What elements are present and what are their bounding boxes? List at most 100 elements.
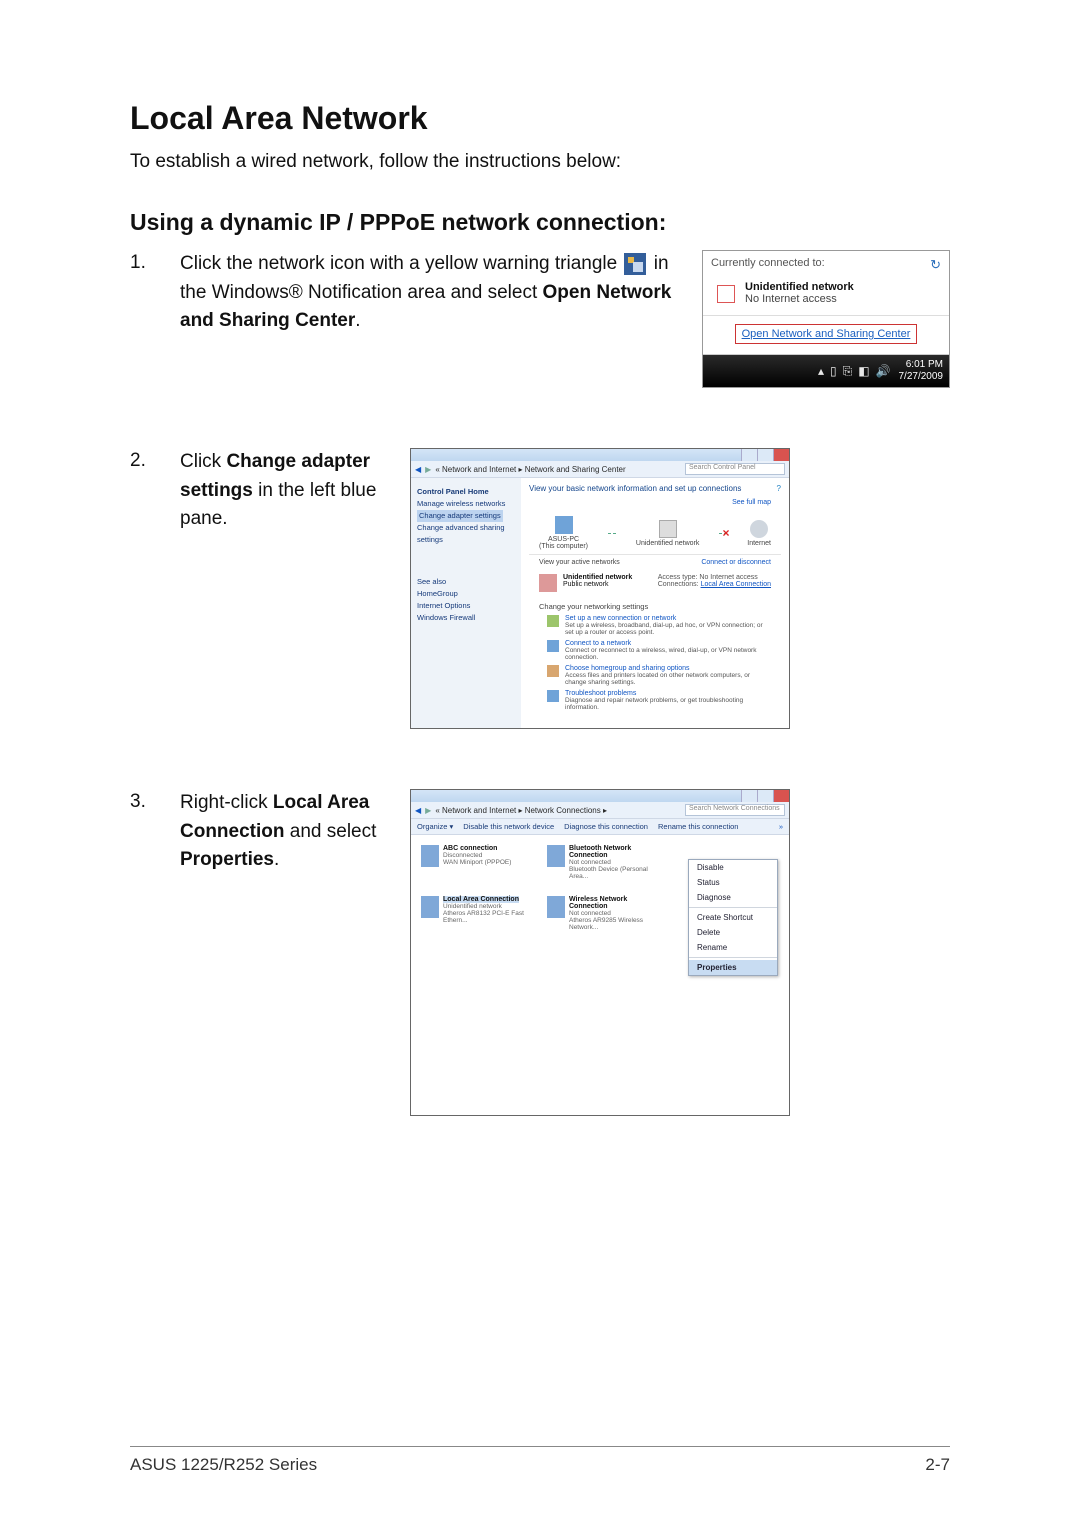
page-title: Local Area Network: [130, 100, 950, 137]
connection-icon: [421, 896, 439, 918]
connection-link[interactable]: Local Area Connection: [701, 581, 771, 588]
connection-item-selected[interactable]: Local Area ConnectionUnidentified networ…: [421, 896, 531, 931]
disable-device-button[interactable]: Disable this network device: [463, 822, 554, 831]
access-type-label: Access type:: [658, 574, 698, 581]
see-full-map-link[interactable]: See full map: [529, 499, 781, 510]
menu-properties[interactable]: Properties: [689, 960, 777, 975]
organize-button[interactable]: Organize ▾: [417, 822, 453, 831]
search-input[interactable]: Search Network Connections: [685, 804, 785, 816]
connection-item[interactable]: Bluetooth Network ConnectionNot connecte…: [547, 845, 657, 880]
connect-disconnect-link[interactable]: Connect or disconnect: [701, 559, 771, 566]
troubleshoot-icon: [547, 690, 559, 702]
connection-icon: [547, 896, 565, 918]
address-bar[interactable]: ◀ ▶ « Network and Internet ▸ Network Con…: [411, 802, 789, 819]
network-map: ASUS-PC(This computer) Unidentified netw…: [529, 510, 781, 554]
close-button[interactable]: [773, 790, 789, 802]
pc-sub: (This computer): [539, 543, 588, 550]
menu-delete[interactable]: Delete: [689, 925, 777, 940]
setup-icon: [547, 615, 559, 627]
maximize-button[interactable]: [757, 449, 773, 461]
connection-status: Not connected: [569, 859, 657, 866]
address-bar[interactable]: ◀ ▶ « Network and Internet ▸ Network and…: [411, 461, 789, 478]
forward-icon[interactable]: ▶: [425, 465, 431, 474]
change-adapter-settings-link[interactable]: Change adapter settings: [417, 510, 503, 522]
footer-page: 2-7: [925, 1455, 950, 1475]
open-network-sharing-center-link[interactable]: Open Network and Sharing Center: [735, 324, 918, 344]
text-frag: Click the network icon with a yellow war…: [180, 253, 622, 274]
control-panel-home-link[interactable]: Control Panel Home: [417, 486, 515, 498]
network-name: Unidentified network: [745, 281, 854, 293]
minimize-button[interactable]: [741, 449, 757, 461]
connection-status: Disconnected: [443, 852, 511, 859]
forward-icon[interactable]: ▶: [425, 806, 431, 815]
rename-button[interactable]: Rename this connection: [658, 822, 738, 831]
network-warning-icon: [624, 253, 646, 275]
breadcrumb[interactable]: « Network and Internet ▸ Network Connect…: [435, 806, 607, 815]
homegroup-link[interactable]: HomeGroup: [417, 588, 515, 600]
flag-icon[interactable]: ▯: [830, 364, 837, 378]
intro-text: To establish a wired network, follow the…: [130, 151, 950, 173]
back-icon[interactable]: ◀: [415, 806, 421, 815]
main-heading: View your basic network information and …: [529, 484, 741, 493]
connection-name: Local Area Connection: [443, 896, 519, 903]
step-number: 3.: [130, 789, 180, 813]
step-1: 1. Click the network icon with a yellow …: [130, 250, 950, 388]
step-text: Click Change adapter settings in the lef…: [180, 448, 410, 534]
internet-label: Internet: [747, 540, 771, 547]
refresh-icon[interactable]: ↻: [930, 257, 941, 273]
taskbar: ▴ ▯ ⎘ ◧ 🔊 6:01 PM 7/27/2009: [703, 355, 949, 387]
menu-status[interactable]: Status: [689, 875, 777, 890]
pc-label: ASUS-PC: [539, 536, 588, 543]
section-subtitle: Using a dynamic IP / PPPoE network conne…: [130, 209, 950, 236]
action-center-icon[interactable]: ⎘: [843, 364, 853, 379]
back-icon[interactable]: ◀: [415, 465, 421, 474]
network-entry[interactable]: Unidentified network No Internet access: [703, 277, 949, 315]
figure-network-popup: Currently connected to: ↻ Unidentified n…: [702, 250, 950, 388]
text-frag: Click: [180, 451, 226, 472]
setup-connection-option[interactable]: Set up a new connection or networkSet up…: [529, 613, 781, 638]
network-tray-icon[interactable]: ◧: [858, 364, 869, 378]
connection-name: ABC connection: [443, 845, 497, 852]
internet-icon: [750, 520, 768, 538]
taskbar-clock[interactable]: 6:01 PM 7/27/2009: [899, 359, 944, 383]
active-network-entry[interactable]: Unidentified network Public network Acce…: [529, 570, 781, 596]
tray-up-icon[interactable]: ▴: [818, 364, 824, 378]
breadcrumb[interactable]: « Network and Internet ▸ Network and Sha…: [435, 465, 625, 474]
windows-firewall-link[interactable]: Windows Firewall: [417, 612, 515, 624]
menu-separator: [689, 907, 777, 908]
troubleshoot-option[interactable]: Troubleshoot problemsDiagnose and repair…: [529, 688, 781, 713]
pc-icon: [555, 516, 573, 534]
manage-wireless-link[interactable]: Manage wireless networks: [417, 498, 515, 510]
menu-separator: [689, 957, 777, 958]
internet-options-link[interactable]: Internet Options: [417, 600, 515, 612]
connection-device: WAN Miniport (PPPOE): [443, 859, 511, 866]
connected-to-label: Currently connected to:: [711, 257, 825, 273]
maximize-button[interactable]: [757, 790, 773, 802]
menu-diagnose[interactable]: Diagnose: [689, 890, 777, 905]
clock-time: 6:01 PM: [899, 359, 944, 371]
menu-disable[interactable]: Disable: [689, 860, 777, 875]
volume-icon[interactable]: 🔊: [876, 364, 891, 378]
unidentified-label: Unidentified network: [636, 540, 699, 547]
search-input[interactable]: Search Control Panel: [685, 463, 785, 475]
connection-item[interactable]: Wireless Network ConnectionNot connected…: [547, 896, 657, 931]
connection-name: Bluetooth Network Connection: [569, 845, 631, 859]
connection-item[interactable]: ABC connectionDisconnectedWAN Miniport (…: [421, 845, 531, 880]
connect-network-option[interactable]: Connect to a networkConnect or reconnect…: [529, 638, 781, 663]
menu-rename[interactable]: Rename: [689, 940, 777, 955]
context-menu: Disable Status Diagnose Create Shortcut …: [688, 859, 778, 976]
toolbar-more[interactable]: »: [779, 822, 783, 831]
close-button[interactable]: [773, 449, 789, 461]
active-networks-label: View your active networks: [539, 559, 620, 566]
menu-create-shortcut[interactable]: Create Shortcut: [689, 910, 777, 925]
diagnose-button[interactable]: Diagnose this connection: [564, 822, 648, 831]
access-type-value: No Internet access: [699, 574, 757, 581]
toolbar: Organize ▾ Disable this network device D…: [411, 819, 789, 835]
minimize-button[interactable]: [741, 790, 757, 802]
help-icon[interactable]: ?: [777, 484, 781, 493]
homegroup-option[interactable]: Choose homegroup and sharing optionsAcce…: [529, 663, 781, 688]
connection-device: Atheros AR8132 PCI-E Fast Ethern...: [443, 910, 531, 924]
change-advanced-sharing-link[interactable]: Change advanced sharing settings: [417, 522, 515, 546]
step-3: 3. Right-click Local Area Connection and…: [130, 789, 950, 1116]
system-tray[interactable]: ▴ ▯ ⎘ ◧ 🔊: [818, 364, 891, 379]
